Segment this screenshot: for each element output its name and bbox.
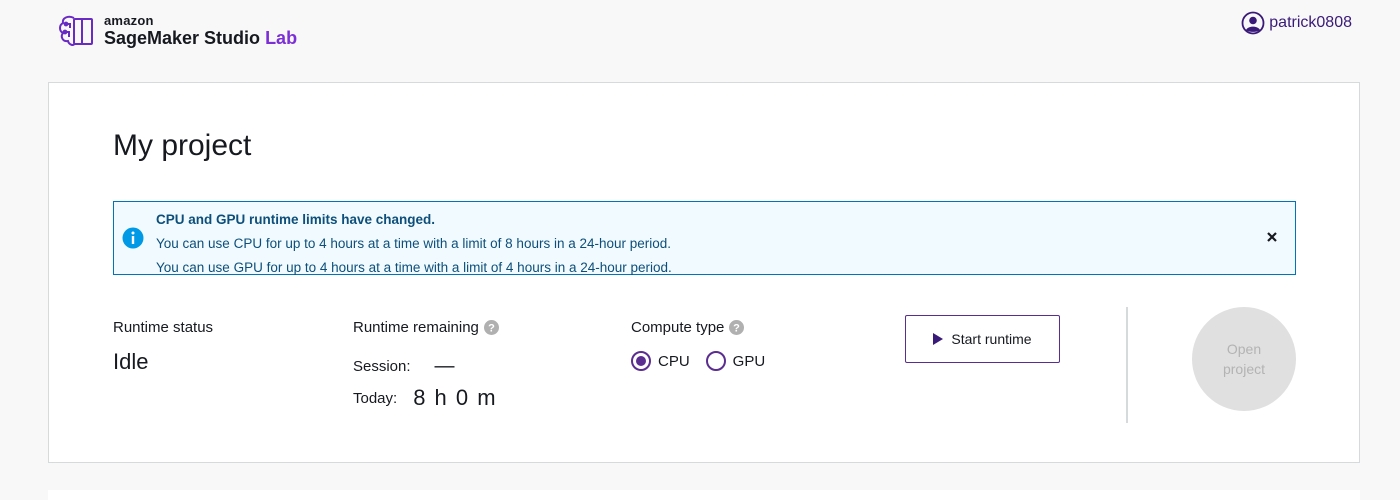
compute-type-radio-group: CPU GPU: [631, 351, 781, 371]
open-project-label: Open project: [1222, 341, 1266, 377]
start-runtime-button[interactable]: Start runtime: [905, 315, 1060, 363]
alert-line-cpu: You can use CPU for up to 4 hours at a t…: [156, 236, 672, 251]
divider: [1126, 307, 1128, 423]
session-value: —: [434, 355, 457, 377]
brand-amazon: amazon: [104, 12, 154, 28]
brain-logo-icon: [59, 15, 93, 46]
sagemaker-studio-lab-logo[interactable]: amazon SageMaker Studio Lab: [56, 10, 297, 50]
start-runtime-label: Start runtime: [951, 331, 1032, 347]
top-bar: amazon SageMaker Studio Lab patrick0808: [0, 0, 1400, 70]
runtime-remaining-label-text: Runtime remaining: [353, 319, 479, 336]
runtime-limits-alert: CPU and GPU runtime limits have changed.…: [113, 201, 1296, 275]
session-row: Session: —: [353, 355, 457, 378]
brand-lab: Lab: [265, 27, 298, 48]
compute-type-cpu-radio[interactable]: CPU: [631, 351, 690, 371]
alert-line-gpu: You can use GPU for up to 4 hours at a t…: [156, 260, 672, 275]
alert-heading: CPU and GPU runtime limits have changed.: [156, 212, 436, 227]
close-icon[interactable]: [1265, 230, 1279, 244]
runtime-status-label: Runtime status: [113, 319, 213, 336]
compute-type-gpu-label: GPU: [732, 352, 766, 370]
runtime-remaining-label: Runtime remaining ?: [353, 319, 499, 336]
next-card-edge: [48, 490, 1360, 500]
play-icon: [933, 333, 944, 345]
open-project-button[interactable]: Open project: [1192, 307, 1296, 411]
help-icon[interactable]: ?: [729, 320, 745, 335]
today-label: Today:: [353, 389, 398, 407]
svg-text:?: ?: [488, 323, 495, 335]
runtime-status-value: Idle: [113, 349, 149, 374]
compute-type-label-text: Compute type: [631, 319, 725, 336]
info-icon: [122, 227, 144, 249]
today-row: Today: 8 h 0 m: [353, 385, 497, 411]
radio-checked-icon[interactable]: [631, 351, 651, 371]
runtime-status-label-text: Runtime status: [113, 319, 214, 336]
page-title: My project: [113, 129, 252, 162]
today-value: 8 h 0 m: [413, 385, 498, 410]
project-card: My project CPU and GPU runtime limits ha…: [48, 82, 1360, 463]
user-menu[interactable]: patrick0808: [1241, 11, 1352, 35]
user-avatar-icon: [1241, 11, 1265, 35]
brand-product-name: SageMaker Studio: [104, 27, 261, 48]
compute-type-label: Compute type ?: [631, 319, 745, 336]
svg-text:?: ?: [734, 323, 741, 335]
compute-type-gpu-radio[interactable]: GPU: [705, 351, 766, 371]
username: patrick0808: [1269, 14, 1352, 31]
brand-product: SageMaker Studio Lab: [104, 29, 297, 47]
session-label: Session:: [353, 358, 411, 375]
radio-unchecked-icon[interactable]: [705, 351, 726, 371]
compute-type-cpu-label: CPU: [658, 352, 690, 370]
help-icon[interactable]: ?: [483, 320, 499, 335]
